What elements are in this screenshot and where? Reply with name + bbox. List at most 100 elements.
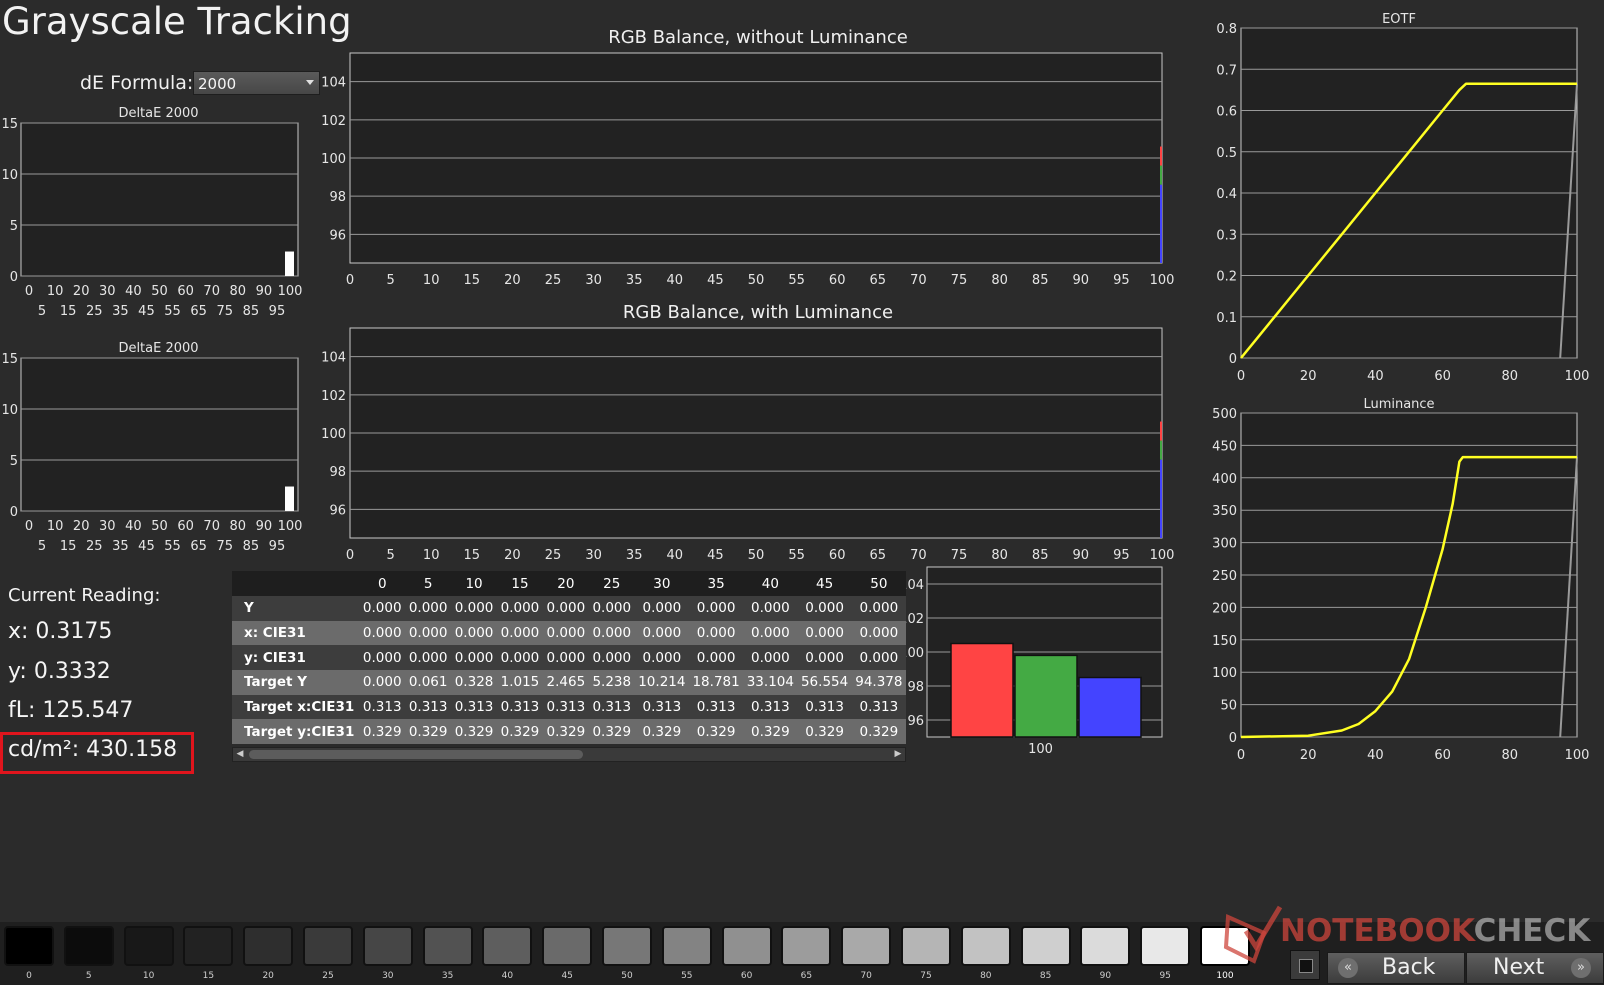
scroll-right-icon[interactable]: ▶	[891, 748, 905, 761]
x-tick-label: 70	[910, 548, 927, 563]
y-tick-label: 100	[1212, 666, 1237, 681]
swatch-label: 80	[980, 971, 992, 981]
table-cell: 0.000	[588, 596, 635, 621]
table-cell: 0.313	[405, 694, 452, 720]
swatch-80[interactable]: 80	[957, 924, 1015, 985]
swatch-35[interactable]: 35	[419, 924, 477, 985]
scroll-left-icon[interactable]: ◀	[233, 748, 247, 761]
x-tick-label: 30	[99, 284, 116, 299]
x-tick-label: 95	[269, 539, 286, 554]
table-cell: 0.000	[497, 620, 543, 646]
y-tick-label: 96	[907, 714, 924, 729]
x-tick-label: 85	[243, 304, 260, 319]
table-cell: 0.313	[851, 694, 906, 720]
x-tick-label: 5	[386, 548, 394, 563]
x-tick-label: 50	[151, 519, 168, 534]
swatch-60[interactable]: 60	[718, 924, 776, 985]
table-col-header: 10	[451, 571, 497, 596]
swatch-color	[841, 926, 892, 966]
x-tick-label: 90	[256, 284, 273, 299]
table-cell: 0.000	[497, 645, 543, 671]
table-cell: 0.000	[542, 596, 589, 621]
table-row: x: CIE31 0.000 0.000 0.000 0.000 0.000 0.000 0.…	[232, 620, 906, 646]
x-tick-label: 25	[545, 548, 562, 563]
x-tick-label: 25	[86, 539, 103, 554]
table-cell: 0.000	[851, 645, 906, 671]
swatch-95[interactable]: 95	[1136, 924, 1194, 985]
swatch-color	[602, 926, 652, 966]
table-cell: 0.000	[451, 596, 497, 621]
x-tick-label: 55	[164, 539, 181, 554]
swatch-10[interactable]: 10	[120, 924, 178, 985]
y-tick-label: 100	[321, 152, 346, 167]
table-col-header: 50	[851, 571, 906, 596]
table-row-label: Y	[232, 596, 360, 621]
x-tick-label: 55	[164, 304, 181, 319]
chart-title: RGB Balance, without Luminance	[608, 27, 908, 48]
table-col-header: 15	[497, 571, 543, 596]
x-tick-label: 0	[346, 273, 354, 288]
swatch-20[interactable]: 20	[239, 924, 297, 985]
x-tick-label: 65	[870, 548, 887, 563]
y-tick-label: 200	[1212, 601, 1237, 616]
chart-title: DeltaE 2000	[118, 341, 198, 356]
swatch-0[interactable]: 0	[0, 924, 58, 985]
swatch-color	[63, 926, 114, 966]
swatch-color	[781, 926, 832, 966]
swatch-90[interactable]: 90	[1076, 924, 1134, 985]
swatch-color	[542, 926, 593, 966]
x-tick-label: 70	[910, 273, 927, 288]
rgb-bars-chart: 9698100102104100	[899, 566, 1163, 757]
table-cell: 18.781	[688, 670, 744, 695]
swatch-label: 35	[441, 971, 454, 981]
x-tick-label: 55	[788, 548, 805, 563]
table-cell: 94.378	[851, 670, 906, 695]
x-tick-label: 40	[125, 284, 142, 299]
x-tick-label: 80	[1502, 369, 1519, 384]
swatch-55[interactable]: 55	[658, 924, 716, 985]
scroll-thumb[interactable]	[249, 750, 583, 759]
swatch-label: 60	[740, 971, 753, 981]
de-formula-dropdown[interactable]: 2000	[193, 71, 320, 95]
x-tick-label: 80	[991, 548, 1008, 563]
swatch-15[interactable]: 15	[179, 924, 237, 985]
de-formula-value: 2000	[198, 75, 237, 93]
table-cell: 0.329	[743, 719, 798, 745]
swatch-5[interactable]: 5	[60, 924, 118, 985]
x-tick-label: 80	[1502, 748, 1519, 763]
y-tick-label: 50	[1220, 699, 1237, 714]
swatch-45[interactable]: 45	[538, 924, 596, 985]
swatch-50[interactable]: 50	[598, 924, 656, 985]
swatch-85[interactable]: 85	[1017, 924, 1075, 985]
table-cell: 0.000	[688, 596, 744, 621]
table-cell: 0.000	[743, 596, 798, 621]
swatch-40[interactable]: 40	[478, 924, 536, 985]
table-scrollbar[interactable]: ◀ ▶	[232, 747, 906, 762]
swatch-70[interactable]: 70	[837, 924, 895, 985]
watermark-text-1: NOTEBOOK	[1280, 913, 1474, 949]
swatch-25[interactable]: 25	[299, 924, 357, 985]
current-reading-label: Current Reading:	[8, 585, 161, 606]
table-cell: 2.465	[542, 670, 589, 695]
x-tick-label: 30	[99, 519, 116, 534]
swatch-75[interactable]: 75	[897, 924, 955, 985]
swatch-65[interactable]: 65	[777, 924, 835, 985]
y-tick-label: 5	[10, 454, 18, 469]
table-col-header: 0	[359, 571, 406, 596]
x-tick-label: 30	[585, 548, 602, 563]
bar-B	[1078, 676, 1142, 738]
table-cell: 0.329	[797, 719, 852, 745]
table-cell: 0.329	[851, 719, 906, 745]
y-tick-label: 98	[907, 680, 924, 695]
table-cell: 0.000	[588, 645, 635, 671]
table-row: y: CIE31 0.000 0.000 0.000 0.000 0.000 0.000 0.…	[232, 645, 906, 671]
table-cell: 0.313	[634, 694, 689, 720]
watermark-logo: NOTEBOOKCHECK	[1223, 903, 1604, 964]
y-tick-label: 102	[321, 114, 346, 129]
table-cell: 0.000	[797, 620, 852, 646]
y-tick-label: 0	[10, 505, 18, 520]
x-tick-label: 45	[707, 548, 724, 563]
table-cell: 33.104	[743, 670, 798, 695]
y-tick-label: 98	[329, 465, 346, 480]
swatch-30[interactable]: 30	[359, 924, 417, 985]
